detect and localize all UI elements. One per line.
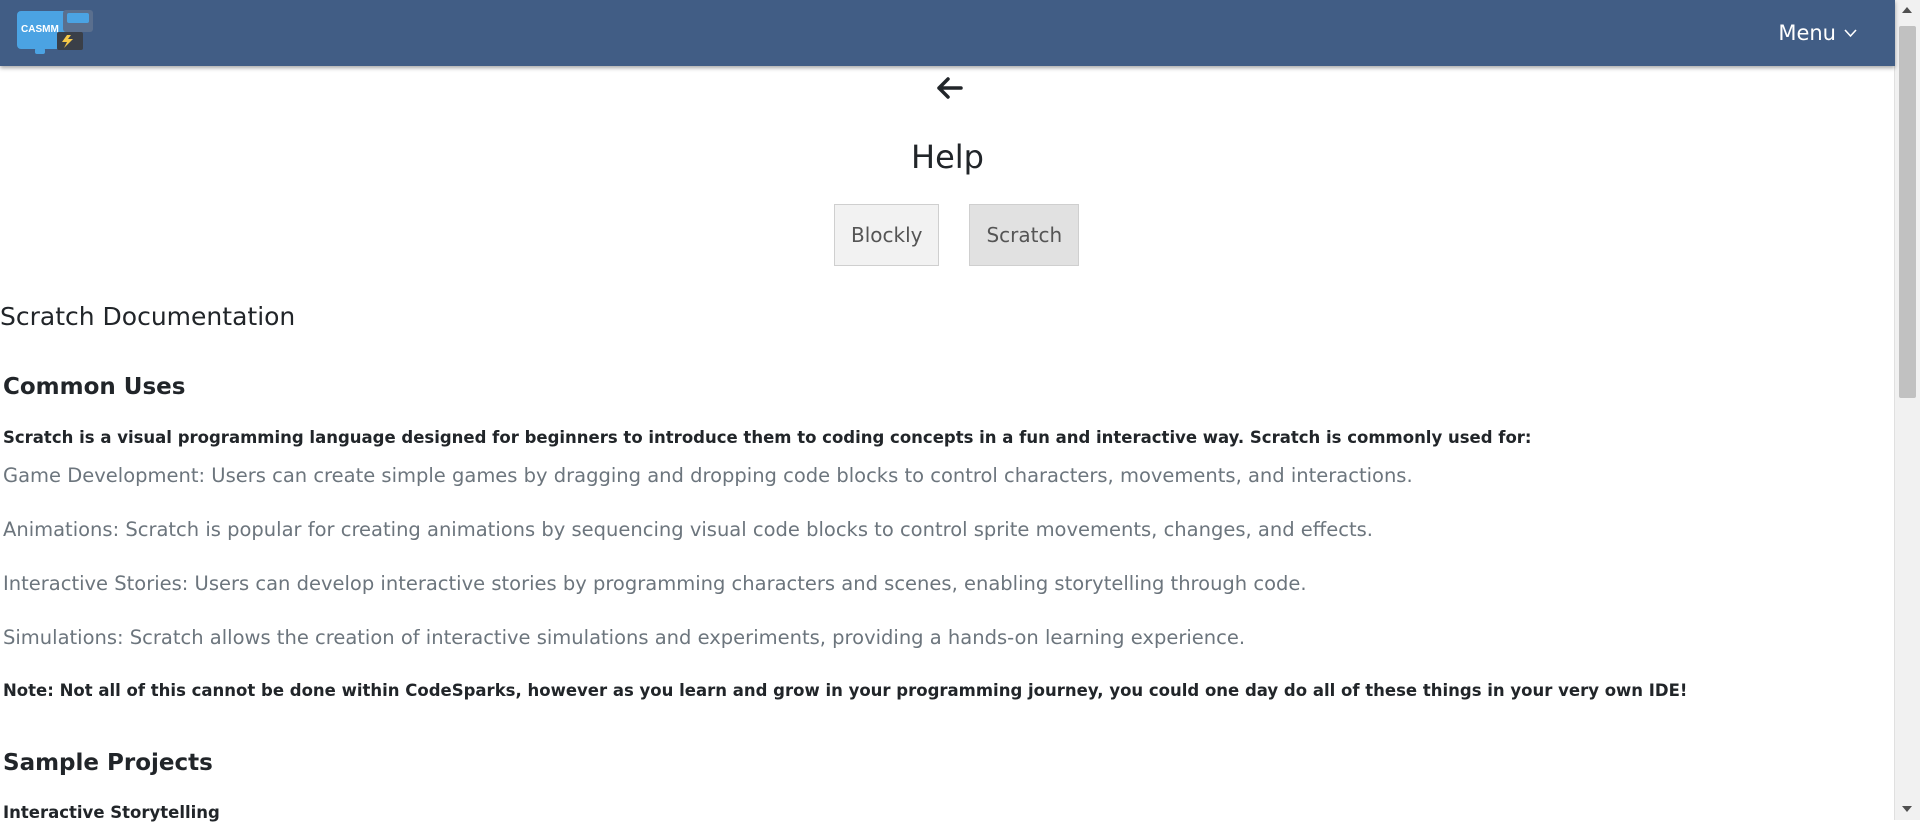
use-item: Game Development: Users can create simpl… [3,464,1413,487]
scrollbar-thumb[interactable] [1899,26,1916,398]
doc-title: Scratch Documentation [0,302,296,331]
top-navbar: CASMM Menu [0,0,1895,66]
vertical-scrollbar[interactable] [1894,0,1920,820]
menu-button[interactable]: Menu [1778,21,1857,45]
common-uses-intro: Scratch is a visual programming language… [3,428,1532,447]
back-arrow-icon[interactable] [933,72,965,104]
common-uses-heading: Common Uses [3,374,186,400]
scroll-down-arrow-icon[interactable] [1902,806,1912,816]
casmm-logo[interactable]: CASMM [17,8,97,60]
doc-tabs: Blockly Scratch [834,204,1080,266]
logo-text: CASMM [21,24,59,35]
use-item: Animations: Scratch is popular for creat… [3,518,1373,541]
use-item: Simulations: Scratch allows the creation… [3,626,1246,649]
tab-blockly[interactable]: Blockly [834,204,940,266]
tab-scratch[interactable]: Scratch [969,204,1080,266]
page-title: Help [911,138,984,176]
common-uses-note: Note: Not all of this cannot be done wit… [3,681,1688,700]
use-item: Interactive Stories: Users can develop i… [3,572,1307,595]
main-content: Help Blockly Scratch Scratch Documentati… [0,66,1895,822]
chevron-down-icon [1844,26,1857,42]
sample-projects-heading: Sample Projects [3,750,213,776]
menu-label: Menu [1778,21,1836,45]
scroll-up-arrow-icon[interactable] [1902,6,1912,16]
sample-project-item: Interactive Storytelling [3,803,220,822]
